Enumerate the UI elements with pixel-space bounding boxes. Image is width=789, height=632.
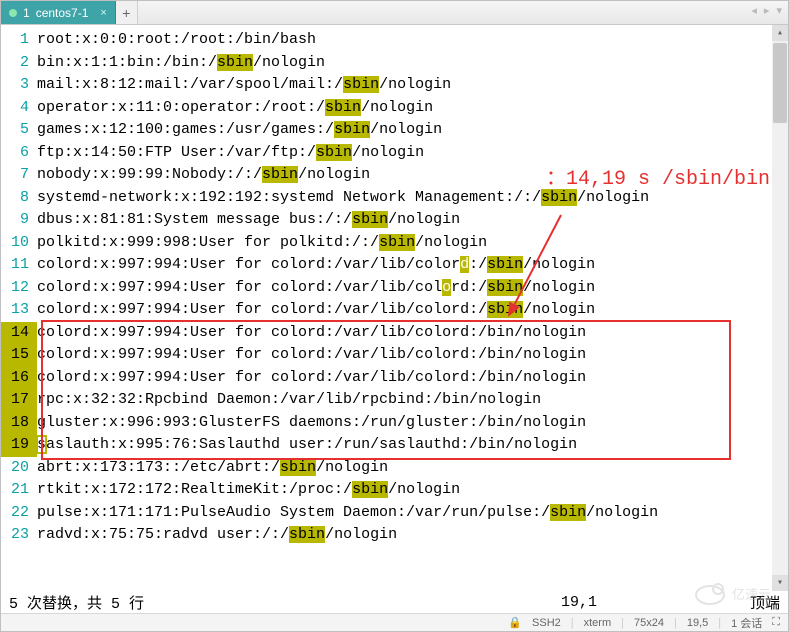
line-text: systemd-network:x:192:192:systemd Networ… <box>37 187 788 210</box>
line-text: polkitd:x:999:998:User for polkitd:/:/sb… <box>37 232 788 255</box>
code-line[interactable]: 13colord:x:997:994:User for colord:/var/… <box>1 299 788 322</box>
maximize-icon[interactable]: ⛶ <box>772 616 780 629</box>
code-line[interactable]: 11colord:x:997:994:User for colord:/var/… <box>1 254 788 277</box>
close-icon[interactable]: × <box>100 7 106 19</box>
line-number: 2 <box>1 52 37 75</box>
line-number: 20 <box>1 457 37 480</box>
vertical-scrollbar[interactable]: ▴ ▾ <box>772 25 788 591</box>
line-text: operator:x:11:0:operator:/root:/sbin/nol… <box>37 97 788 120</box>
session-count: 1 会话 <box>731 615 762 631</box>
line-number: 19 <box>1 434 37 457</box>
line-text: abrt:x:173:173::/etc/abrt:/sbin/nologin <box>37 457 788 480</box>
line-text: saslauth:x:995:76:Saslauthd user:/run/sa… <box>37 434 788 457</box>
code-line[interactable]: 17rpc:x:32:32:Rpcbind Daemon:/var/lib/rp… <box>1 389 788 412</box>
line-text: colord:x:997:994:User for colord:/var/li… <box>37 344 788 367</box>
code-line[interactable]: 10polkitd:x:999:998:User for polkitd:/:/… <box>1 232 788 255</box>
line-number: 21 <box>1 479 37 502</box>
code-line[interactable]: 20abrt:x:173:173::/etc/abrt:/sbin/nologi… <box>1 457 788 480</box>
line-number: 16 <box>1 367 37 390</box>
line-text: colord:x:997:994:User for colord:/var/li… <box>37 277 788 300</box>
status-message: 5 次替换，共 5 行 <box>9 592 750 613</box>
line-number: 6 <box>1 142 37 165</box>
terminal-type: xterm <box>584 617 612 629</box>
line-number: 5 <box>1 119 37 142</box>
terminal-status-bar: 🔒 SSH2 | xterm | 75x24 | 19,5 | 1 会话 ⛶ <box>1 613 788 631</box>
code-line[interactable]: 8systemd-network:x:192:192:systemd Netwo… <box>1 187 788 210</box>
scroll-position: 顶端 <box>750 592 780 613</box>
code-line[interactable]: 2bin:x:1:1:bin:/bin:/sbin/nologin <box>1 52 788 75</box>
divider: | <box>718 617 721 629</box>
line-number: 8 <box>1 187 37 210</box>
cursor-rowcol: 19,5 <box>687 617 708 629</box>
code-line[interactable]: 19saslauth:x:995:76:Saslauthd user:/run/… <box>1 434 788 457</box>
line-number: 23 <box>1 524 37 547</box>
tab-index: 1 <box>23 6 30 20</box>
code-line[interactable]: 5games:x:12:100:games:/usr/games:/sbin/n… <box>1 119 788 142</box>
line-text: rtkit:x:172:172:RealtimeKit:/proc:/sbin/… <box>37 479 788 502</box>
line-text: colord:x:997:994:User for colord:/var/li… <box>37 367 788 390</box>
code-line[interactable]: 3mail:x:8:12:mail:/var/spool/mail:/sbin/… <box>1 74 788 97</box>
line-text: colord:x:997:994:User for colord:/var/li… <box>37 299 788 322</box>
code-line[interactable]: 6ftp:x:14:50:FTP User:/var/ftp:/sbin/nol… <box>1 142 788 165</box>
line-text: mail:x:8:12:mail:/var/spool/mail:/sbin/n… <box>37 74 788 97</box>
connection-type: SSH2 <box>532 617 561 629</box>
lines-container: 1root:x:0:0:root:/root:/bin/bash2bin:x:1… <box>1 25 788 547</box>
line-number: 10 <box>1 232 37 255</box>
line-text: pulse:x:171:171:PulseAudio System Daemon… <box>37 502 788 525</box>
line-number: 1 <box>1 29 37 52</box>
code-line[interactable]: 21rtkit:x:172:172:RealtimeKit:/proc:/sbi… <box>1 479 788 502</box>
line-number: 11 <box>1 254 37 277</box>
line-number: 4 <box>1 97 37 120</box>
line-text: rpc:x:32:32:Rpcbind Daemon:/var/lib/rpcb… <box>37 389 788 412</box>
lock-icon: 🔒 <box>508 616 522 629</box>
tab-bar: 1 centos7-1 × + ◂ ▸ ▾ <box>1 1 788 25</box>
line-number: 18 <box>1 412 37 435</box>
line-text: gluster:x:996:993:GlusterFS daemons:/run… <box>37 412 788 435</box>
tab-nav-arrows[interactable]: ◂ ▸ ▾ <box>751 4 784 17</box>
line-number: 7 <box>1 164 37 187</box>
code-line[interactable]: 15colord:x:997:994:User for colord:/var/… <box>1 344 788 367</box>
tab-active[interactable]: 1 centos7-1 × <box>1 1 116 24</box>
code-line[interactable]: 22pulse:x:171:171:PulseAudio System Daem… <box>1 502 788 525</box>
terminal-size: 75x24 <box>634 617 664 629</box>
code-line[interactable]: 4operator:x:11:0:operator:/root:/sbin/no… <box>1 97 788 120</box>
line-text: colord:x:997:994:User for colord:/var/li… <box>37 322 788 345</box>
code-line[interactable]: 16colord:x:997:994:User for colord:/var/… <box>1 367 788 390</box>
add-tab-button[interactable]: + <box>116 1 138 24</box>
line-text: games:x:12:100:games:/usr/games:/sbin/no… <box>37 119 788 142</box>
code-line[interactable]: 23radvd:x:75:75:radvd user:/:/sbin/nolog… <box>1 524 788 547</box>
line-text: dbus:x:81:81:System message bus:/:/sbin/… <box>37 209 788 232</box>
code-line[interactable]: 9dbus:x:81:81:System message bus:/:/sbin… <box>1 209 788 232</box>
code-line[interactable]: 14colord:x:997:994:User for colord:/var/… <box>1 322 788 345</box>
divider: | <box>571 617 574 629</box>
line-text: nobody:x:99:99:Nobody:/:/sbin/nologin <box>37 164 788 187</box>
line-number: 9 <box>1 209 37 232</box>
vim-status-line: 5 次替换，共 5 行 19,1 顶端 <box>1 591 788 613</box>
editor-viewport[interactable]: 1root:x:0:0:root:/root:/bin/bash2bin:x:1… <box>1 25 788 591</box>
line-text: root:x:0:0:root:/root:/bin/bash <box>37 29 788 52</box>
code-line[interactable]: 12colord:x:997:994:User for colord:/var/… <box>1 277 788 300</box>
code-line[interactable]: 18gluster:x:996:993:GlusterFS daemons:/r… <box>1 412 788 435</box>
scroll-up-icon[interactable]: ▴ <box>772 25 788 41</box>
code-line[interactable]: 7nobody:x:99:99:Nobody:/:/sbin/nologin <box>1 164 788 187</box>
line-text: colord:x:997:994:User for colord:/var/li… <box>37 254 788 277</box>
line-text: ftp:x:14:50:FTP User:/var/ftp:/sbin/nolo… <box>37 142 788 165</box>
divider: | <box>621 617 624 629</box>
line-number: 12 <box>1 277 37 300</box>
line-number: 15 <box>1 344 37 367</box>
line-number: 13 <box>1 299 37 322</box>
divider: | <box>674 617 677 629</box>
line-number: 3 <box>1 74 37 97</box>
line-number: 17 <box>1 389 37 412</box>
line-text: radvd:x:75:75:radvd user:/:/sbin/nologin <box>37 524 788 547</box>
scroll-down-icon[interactable]: ▾ <box>772 575 788 591</box>
tab-status-dot <box>9 9 17 17</box>
line-text: bin:x:1:1:bin:/bin:/sbin/nologin <box>37 52 788 75</box>
cursor-position: 19,1 <box>561 594 597 611</box>
scroll-thumb[interactable] <box>773 43 787 123</box>
line-number: 14 <box>1 322 37 345</box>
code-line[interactable]: 1root:x:0:0:root:/root:/bin/bash <box>1 29 788 52</box>
tab-title: centos7-1 <box>36 6 89 20</box>
line-number: 22 <box>1 502 37 525</box>
